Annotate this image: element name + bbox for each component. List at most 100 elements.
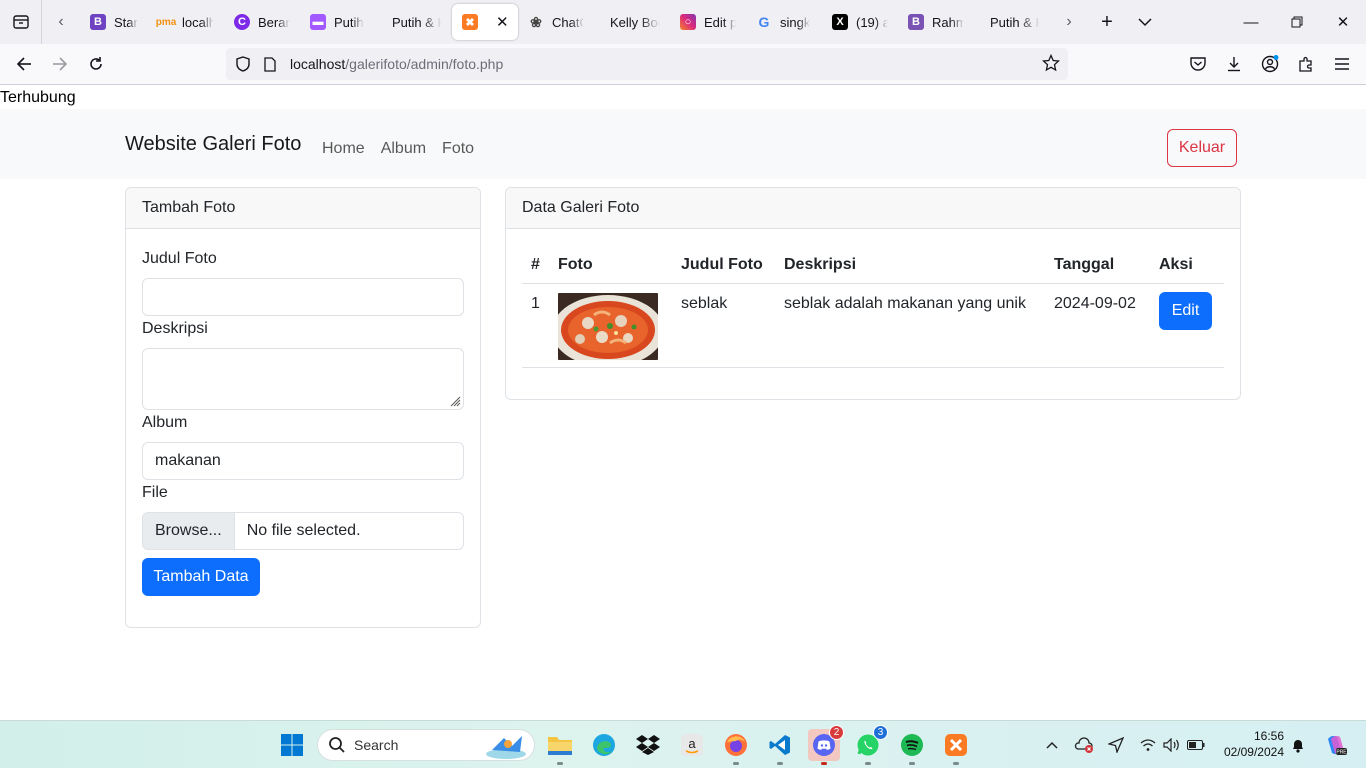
tab-strip: B Star A pma localh C Beran ▬ Putih Putih & … [80,0,1050,44]
close-icon: ✕ [1336,14,1350,31]
resize-grip-icon[interactable] [449,395,461,407]
browse-button[interactable]: Browse... [143,513,235,549]
browser-tab[interactable]: B Star A [80,4,148,40]
xampp-button[interactable] [940,729,972,765]
account-button[interactable] [1252,48,1288,80]
running-indicator [821,762,827,765]
notifications-button[interactable] [1286,733,1310,757]
start-button[interactable] [276,729,308,761]
browser-tab[interactable]: ○ Edit p [670,4,746,40]
tab-title: Kelly Boot [610,14,660,30]
chatgpt-icon: ❀ [530,13,542,30]
browser-tab[interactable]: pma localh [148,4,224,40]
amazon-button[interactable]: a [676,729,708,761]
edit-button[interactable]: Edit [1159,291,1212,330]
seblak-photo[interactable] [558,292,658,360]
forward-button[interactable] [42,48,78,80]
taskbar-search-box[interactable]: Search [317,729,535,761]
windows-logo-icon [281,734,303,756]
new-tab-button[interactable]: + [1088,0,1126,44]
nav-link-foto[interactable]: Foto [442,140,474,158]
minimize-button[interactable]: — [1228,0,1274,44]
firefox-button[interactable] [720,729,752,765]
discord-button[interactable]: 2 [808,725,844,765]
running-indicator [557,762,563,765]
browser-tab[interactable]: Gsingk [746,4,822,40]
site-brand[interactable]: Website Galeri Foto [125,133,301,156]
browser-tab[interactable]: ❀ ChatG [518,4,594,40]
wifi-tray-button[interactable] [1136,733,1160,757]
folder-icon: ▬ [310,14,326,30]
clock-time: 16:56 [1253,729,1284,743]
nav-link-album[interactable]: Album [381,140,426,158]
description-textarea[interactable] [142,348,464,410]
logout-button[interactable]: Keluar [1167,129,1237,167]
vscode-icon [769,735,790,755]
close-tab-icon[interactable]: ✕ [496,13,509,31]
browser-tab[interactable]: Kelly Boot [594,4,670,40]
browser-tab[interactable]: C Beran [224,4,300,40]
onedrive-tray-button[interactable] [1072,733,1096,757]
show-hidden-icons-button[interactable] [1040,733,1064,757]
title-input[interactable] [142,278,464,316]
connection-status-text: Terhubung [0,89,76,106]
reload-button[interactable] [78,48,114,80]
browser-tab-bar: ‹ B Star A pma localh C Beran ▬ Putih Putih … [0,0,1366,44]
extensions-button[interactable] [1288,48,1324,80]
bootstrap-icon: B [908,14,924,30]
web-page: Terhubung Website Galeri Foto Home Album… [0,86,1366,720]
location-tray-button[interactable] [1104,733,1128,757]
browser-tab-active[interactable]: ✖We✕ [452,4,518,40]
tab-title: Putih [334,14,364,30]
whatsapp-button[interactable]: 3 [852,725,888,765]
tab-title: ChatG [552,14,584,30]
dropbox-button[interactable] [632,729,664,761]
amazon-icon: a [681,734,703,756]
volume-tray-button[interactable] [1160,733,1184,757]
tracking-protection-icon[interactable] [234,56,252,72]
browser-tab[interactable]: B Rahm [898,4,974,40]
arrow-left-icon [16,57,31,71]
downloads-button[interactable] [1216,48,1252,80]
menu-button[interactable] [1324,48,1360,80]
browser-tab[interactable]: Putih & H [376,4,452,40]
scroll-tabs-right-button[interactable]: › [1050,0,1088,44]
tab-title: Putih & H [990,14,1040,30]
taskbar-clock[interactable]: 16:56 02/09/2024 [1212,728,1284,760]
back-button[interactable] [6,48,42,80]
edge-button[interactable] [588,729,620,761]
file-explorer-button[interactable] [544,729,576,765]
tab-title: localh [182,14,214,30]
browser-tab[interactable]: X (19) a [822,4,898,40]
reload-icon [90,57,102,70]
pocket-button[interactable] [1180,48,1216,80]
nav-link-home[interactable]: Home [322,140,365,158]
file-input[interactable]: Browse... No file selected. [142,512,464,550]
browser-tab[interactable]: ▬ Putih [300,4,376,40]
battery-tray-button[interactable] [1184,733,1208,757]
nav-links: Home Album Foto [322,140,474,158]
vscode-button[interactable] [764,729,796,765]
title-label: Judul Foto [142,250,217,267]
add-photo-card-header: Tambah Foto [126,188,480,229]
spotify-button[interactable] [896,729,928,765]
scroll-tabs-left-button[interactable]: ‹ [42,0,80,44]
add-data-button[interactable]: Tambah Data [142,558,260,596]
copilot-button[interactable]: PRE [1322,731,1350,759]
restore-button[interactable] [1274,0,1320,44]
list-all-tabs-button[interactable] [1126,0,1164,44]
firefox-view-button[interactable] [0,0,42,44]
account-icon [1261,55,1279,73]
photo-gallery-data-card: Data Galeri Foto # Foto Judul Foto Deskr… [505,187,1241,400]
bookmark-star-icon[interactable] [1041,53,1061,75]
page-icon[interactable] [262,56,278,72]
close-window-button[interactable]: ✕ [1320,0,1366,44]
photo-table: # Foto Judul Foto Deskripsi Tanggal Aksi… [522,248,1224,368]
browser-tab[interactable]: Putih & H [974,4,1050,40]
wifi-icon [1140,739,1156,751]
plus-icon: + [1101,10,1113,33]
album-select[interactable]: makanan [142,442,464,480]
search-highlight-icon [486,736,526,759]
search-label: Search [354,737,399,753]
address-bar[interactable]: localhost/galerifoto/admin/foto.php [226,48,1068,80]
